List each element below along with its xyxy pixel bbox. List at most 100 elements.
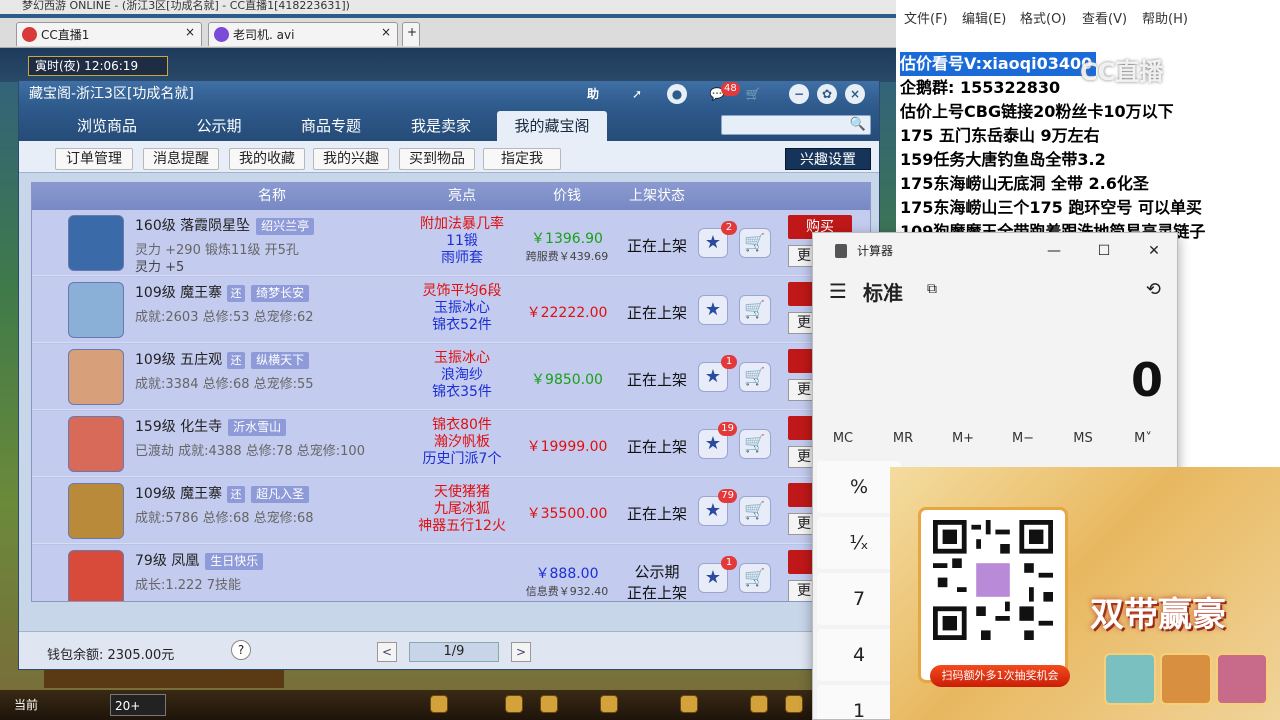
notepad-line[interactable]: 175东海崂山无底洞 全带 2.6化圣 [896,172,1280,196]
cart-icon[interactable]: 🛒 [739,496,771,526]
favorite-star-icon[interactable]: ★ 19 [698,422,737,459]
tab-my-cbg[interactable]: 我的藏宝阁 [497,111,607,141]
item-icon[interactable] [430,695,448,713]
item-name[interactable]: 109级 魔王寨还超凡入圣 [135,483,310,503]
cart-icon[interactable]: 🛒 [739,563,771,593]
notepad-line[interactable]: 159任务大唐钓鱼岛全带3.2 [896,148,1280,172]
favorite-star-icon[interactable]: ★ [698,295,728,325]
item-name[interactable]: 109级 魔王寨还绮梦长安 [135,282,310,302]
qr-code[interactable] [933,520,1053,640]
favorite-star-icon[interactable]: ★ 1 [698,355,737,392]
minimize-icon[interactable]: — [1031,233,1077,269]
tab-topics[interactable]: 商品专题 [283,111,379,141]
item-name[interactable]: 159级 化生寺 沂水雪山 [135,416,287,436]
table-row[interactable]: 109级 魔王寨还超凡入圣 成就:5786 总修:68 总宠修:68 天使猪猪九… [32,478,870,544]
item-name[interactable]: 79级 凤凰 生日快乐 [135,550,264,570]
table-row[interactable]: 79级 凤凰 生日快乐 成长:1.222 7技能 ￥888.00 信息费￥932.… [32,545,870,601]
tab-cc-live[interactable]: CC直播1 × [16,22,202,46]
bought-items-button[interactable]: 买到物品 [399,148,475,170]
percent-key[interactable]: % [817,461,901,513]
table-row[interactable]: 109级 五庄观还纵横天下 成就:3384 总修:68 总宠修:55 玉振冰心浪… [32,344,870,410]
tab-video[interactable]: 老司机. avi × [208,22,398,46]
item-avatar[interactable] [68,215,124,271]
search-icon[interactable]: 🔍 [850,117,866,132]
order-management-button[interactable]: 订单管理 [55,148,133,170]
item-avatar[interactable] [68,550,124,601]
item-name[interactable]: 160级 落霞陨星坠 绍兴兰亭 [135,215,315,235]
help-icon[interactable]: 助 [583,84,603,104]
close-icon[interactable]: × [845,84,865,104]
menu-icon[interactable]: ☰ [829,279,847,303]
item-icon[interactable] [680,695,698,713]
item-icon[interactable] [750,695,768,713]
new-tab-button[interactable]: + [402,22,420,46]
menu-view[interactable]: 查看(V) [1082,8,1127,27]
message-alert-button[interactable]: 消息提醒 [143,148,219,170]
my-interests-button[interactable]: 我的兴趣 [313,148,389,170]
notepad-line[interactable]: 175东海崂山三个175 跑环空号 可以单买 [896,196,1280,220]
designated-me-button[interactable]: 指定我 [483,148,561,170]
cart-icon[interactable]: 🛒 [739,429,771,459]
calculator-mode-bar: ☰ 标准 ⧉ ⟲ [813,269,1177,313]
close-icon[interactable]: ✕ [1131,233,1177,269]
memory-recall-button[interactable]: MR [873,431,933,446]
chat-count[interactable]: 20+ [110,694,166,716]
reciprocal-key[interactable]: ¹⁄ₓ [817,517,901,569]
prev-page-button[interactable]: < [377,642,397,662]
notepad-line[interactable]: 估价看号V:xiaoqi03400 [900,52,1097,76]
notepad-line[interactable]: 估价上号CBG链接20粉丝卡10万以下 [896,100,1280,124]
memory-add-button[interactable]: M+ [933,431,993,446]
favorite-star-icon[interactable]: ★ 79 [698,489,737,526]
item-icon[interactable] [600,695,618,713]
close-icon[interactable]: × [381,25,391,39]
keep-on-top-icon[interactable]: ⧉ [927,281,937,297]
item-avatar[interactable] [68,282,124,338]
notepad-line[interactable]: 175 五门东岳泰山 9万左右 [896,124,1280,148]
settings-icon[interactable]: ✿ [817,84,837,104]
key-4[interactable]: 4 [817,629,901,681]
memory-store-button[interactable]: MS [1053,431,1113,446]
next-page-button[interactable]: > [511,642,531,662]
item-avatar[interactable] [68,349,124,405]
menu-edit[interactable]: 编辑(E) [962,8,1006,27]
cart-icon[interactable]: 🛒 [739,228,771,258]
tab-public-period[interactable]: 公示期 [179,111,259,141]
table-row[interactable]: 160级 落霞陨星坠 绍兴兰亭 灵力 +290 锻炼11级 开5孔 灵力 +5 附… [32,210,870,276]
memory-subtract-button[interactable]: M− [993,431,1053,446]
item-avatar[interactable] [68,483,124,539]
cart-icon[interactable]: 🛒 [739,295,771,325]
memory-clear-button[interactable]: MC [813,431,873,446]
interest-settings-button[interactable]: 兴趣设置 [785,148,871,170]
menu-help[interactable]: 帮助(H) [1142,8,1188,27]
stop-icon[interactable]: ● [667,84,687,104]
cart-icon[interactable]: 🛒 [739,362,771,392]
menu-format[interactable]: 格式(O) [1020,8,1066,27]
history-icon[interactable]: ⟲ [1146,279,1161,300]
item-name[interactable]: 109级 五庄观还纵横天下 [135,349,310,369]
tab-seller[interactable]: 我是卖家 [397,111,485,141]
item-icon[interactable] [505,695,523,713]
item-avatar[interactable] [68,416,124,472]
memory-list-button[interactable]: M˅ [1113,431,1173,446]
item-icon[interactable] [785,695,803,713]
minimize-icon[interactable]: − [789,84,809,104]
my-favorites-button[interactable]: 我的收藏 [229,148,305,170]
search-input[interactable]: 🔍 [721,115,871,135]
promo-banner[interactable]: 扫码额外多1次抽奖机会 双带赢豪 [890,467,1280,720]
maximize-icon[interactable]: ☐ [1081,233,1127,269]
table-row[interactable]: 159级 化生寺 沂水雪山 已渡劫 成就:4388 总修:78 总宠修:100 锦… [32,411,870,477]
key-7[interactable]: 7 [817,573,901,625]
close-icon[interactable]: × [185,25,195,39]
table-row[interactable]: 109级 魔王寨还绮梦长安 成就:2603 总修:53 总宠修:62 灵饰平均6… [32,277,870,343]
key-1[interactable]: 1 [817,685,901,719]
item-icon[interactable] [540,695,558,713]
tab-browse[interactable]: 浏览商品 [57,111,157,141]
help-icon[interactable]: ? [231,640,251,660]
cart-icon[interactable]: 🛒 [743,84,763,104]
favorite-star-icon[interactable]: ★ 2 [698,221,737,258]
favorite-star-icon[interactable]: ★ 1 [698,556,737,593]
channel-label[interactable]: 当前 [14,694,38,716]
share-icon[interactable]: ➚ [627,84,647,104]
qr-card[interactable] [918,507,1068,683]
menu-file[interactable]: 文件(F) [904,8,948,27]
